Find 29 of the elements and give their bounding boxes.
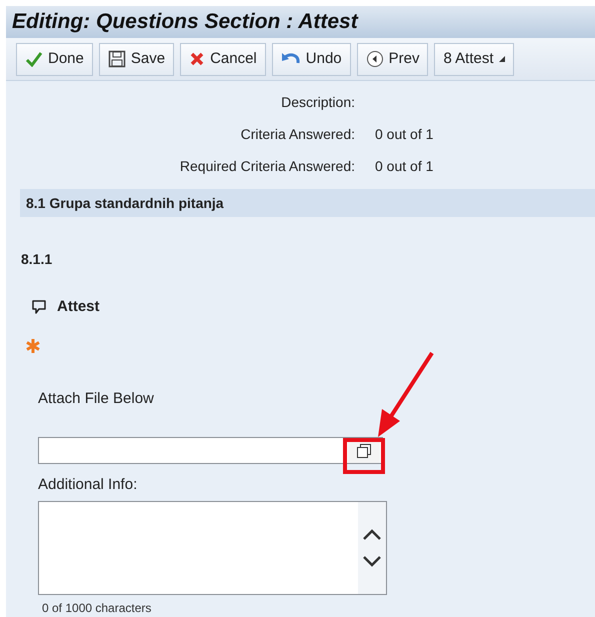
toolbar-button[interactable]: Save — [98, 42, 174, 76]
summary-label: Description: — [281, 93, 355, 112]
summary-label: Required Criteria Answered: — [180, 157, 355, 176]
chevron-down-icon[interactable] — [362, 554, 382, 567]
question-title: Attest — [57, 296, 100, 317]
annotation-highlight — [343, 438, 385, 474]
summary-value: 0 out of 1 — [375, 157, 434, 176]
speech-bubble-icon — [31, 299, 47, 316]
toolbar-button[interactable]: Cancel — [180, 42, 266, 76]
left-arrow-circle-icon — [366, 50, 384, 68]
question-number: 8.1.1 — [21, 250, 52, 269]
window-title: Editing: Questions Section : Attest — [6, 6, 595, 38]
checkmark-icon — [25, 51, 43, 68]
field-label: Attach File Below — [38, 389, 154, 410]
copy-icon — [356, 442, 372, 459]
chevron-up-icon[interactable] — [362, 528, 382, 541]
summary-label: Criteria Answered: — [240, 125, 355, 144]
close-icon — [189, 51, 206, 68]
scroll-bar[interactable] — [358, 502, 386, 594]
toolbar-button[interactable]: 8 Attest — [434, 42, 514, 76]
toolbar-button[interactable]: Done — [16, 42, 93, 76]
file-input-field[interactable] — [38, 436, 383, 464]
section-header: 8.1 Grupa standardnih pitanja — [20, 189, 595, 217]
character-counter: 0 of 1000 characters — [42, 600, 152, 617]
field-label: Additional Info: — [38, 475, 138, 496]
dropdown-caret-icon — [498, 56, 505, 62]
toolbar-button[interactable]: Undo — [272, 42, 351, 76]
summary-value: 0 out of 1 — [375, 125, 434, 144]
toolbar-button[interactable]: Prev — [356, 42, 428, 76]
